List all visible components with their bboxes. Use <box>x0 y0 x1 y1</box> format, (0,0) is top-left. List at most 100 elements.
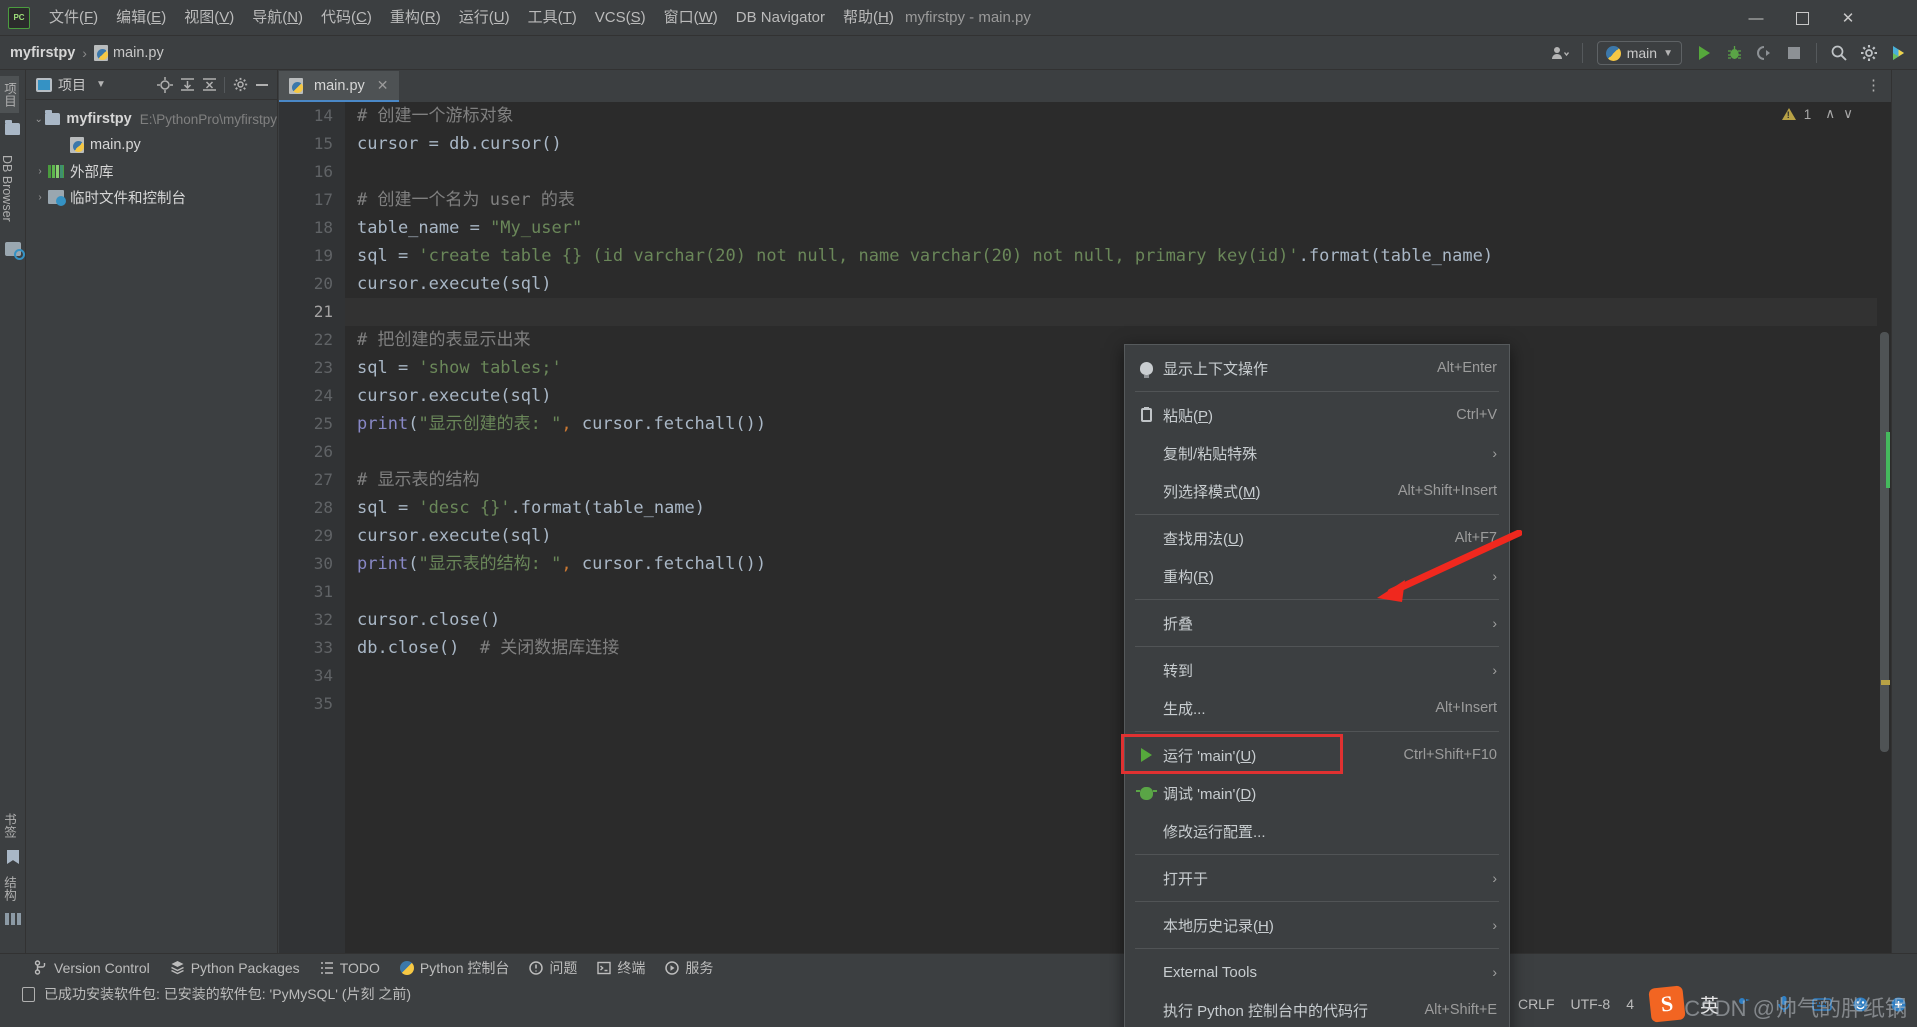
line-number[interactable]: 24 <box>279 382 345 410</box>
menu-item-go-to[interactable]: 转到 › <box>1125 651 1509 689</box>
maximize-button[interactable] <box>1779 0 1825 36</box>
menu-8[interactable]: VCS(S) <box>586 0 655 36</box>
menu-bar[interactable]: 文件(F) 编辑(E) 视图(V) 导航(N) 代码(C) 重构(R) 运行(U) 工具(T)… <box>40 0 903 36</box>
line-number[interactable]: 28 <box>279 494 345 522</box>
comma-tool-icon[interactable] <box>1735 993 1757 1015</box>
code-line[interactable]: # 显示表的结构 <box>345 466 1891 494</box>
code-line[interactable] <box>345 158 1891 186</box>
project-tree[interactable]: ⌄ myfirstpy E:\PythonPro\myfirstpy main.py ›… <box>26 100 277 210</box>
editor-options-icon[interactable]: ⋮ <box>1866 76 1881 94</box>
user-avatar-icon[interactable] <box>1546 39 1574 67</box>
menu-item-execute-line-in-console[interactable]: 执行 Python 控制台中的代码行 Alt+Shift+E <box>1125 991 1509 1027</box>
run-configuration-selector[interactable]: main ▼ <box>1596 41 1682 65</box>
line-number[interactable]: 32 <box>279 606 345 634</box>
tool-window-button-2[interactable]: TODO <box>320 960 380 976</box>
line-number[interactable]: 34 <box>279 662 345 690</box>
line-number[interactable]: 31 <box>279 578 345 606</box>
menu-item-column-selection-mode[interactable]: 列选择模式(M) Alt+Shift+Insert <box>1125 472 1509 510</box>
menu-1[interactable]: 编辑(E) <box>107 0 175 36</box>
event-log-icon[interactable] <box>22 986 35 1002</box>
code-line[interactable] <box>345 298 1891 326</box>
chevron-down-icon[interactable]: ▼ <box>96 79 106 90</box>
line-number[interactable]: 15 <box>279 130 345 158</box>
stop-button[interactable] <box>1780 39 1808 67</box>
menu-10[interactable]: DB Navigator <box>727 0 834 36</box>
hide-panel-icon[interactable] <box>251 74 273 96</box>
close-icon[interactable]: ✕ <box>377 77 389 94</box>
code-line[interactable]: cursor.execute(sql) <box>345 270 1891 298</box>
line-number[interactable]: 26 <box>279 438 345 466</box>
line-number[interactable]: 22 <box>279 326 345 354</box>
prev-problem-icon[interactable]: ∧ <box>1825 106 1835 122</box>
code-canvas[interactable]: 1 ∧ ∨ 1415161718192021222324252627282930… <box>279 102 1891 981</box>
keyboard-icon[interactable] <box>1811 993 1833 1015</box>
tree-node[interactable]: main.py <box>26 132 277 158</box>
code-line[interactable]: # 把创建的表显示出来 <box>345 326 1891 354</box>
breadcrumb-project[interactable]: myfirstpy <box>10 45 75 61</box>
indent-setting[interactable]: 4 <box>1626 996 1634 1012</box>
code-line[interactable]: sql = 'create table {} (id varchar(20) n… <box>345 242 1891 270</box>
code-line[interactable]: cursor.close() <box>345 606 1891 634</box>
menu-7[interactable]: 工具(T) <box>519 0 586 36</box>
code-line[interactable] <box>345 578 1891 606</box>
line-number[interactable]: 19 <box>279 242 345 270</box>
tool-window-button-4[interactable]: 问题 <box>529 958 577 978</box>
menu-item-open-in[interactable]: 打开于 › <box>1125 859 1509 897</box>
menu-item-local-history[interactable]: 本地历史记录(H) › <box>1125 906 1509 944</box>
sogou-ime-icon[interactable]: S <box>1648 985 1686 1023</box>
code-line[interactable] <box>345 438 1891 466</box>
code-line[interactable]: # 创建一个游标对象 <box>345 102 1891 130</box>
code-line[interactable]: # 创建一个名为 user 的表 <box>345 186 1891 214</box>
line-separator[interactable]: CRLF <box>1518 996 1555 1012</box>
menu-3[interactable]: 导航(N) <box>243 0 312 36</box>
breadcrumb-file[interactable]: main.py <box>93 44 164 61</box>
chevron-icon[interactable]: ⌄ <box>32 114 45 125</box>
menu-item-copy-paste-special[interactable]: 复制/粘贴特殊 › <box>1125 434 1509 472</box>
tool-window-button-6[interactable]: 服务 <box>665 958 713 978</box>
menu-item-show-context-actions[interactable]: 显示上下文操作 Alt+Enter <box>1125 349 1509 387</box>
tree-node[interactable]: › 外部库 <box>26 158 277 184</box>
toolbox-icon[interactable] <box>1887 993 1909 1015</box>
editor-vertical-scrollbar[interactable] <box>1877 102 1891 981</box>
menu-9[interactable]: 窗口(W) <box>655 0 727 36</box>
line-number[interactable]: 17 <box>279 186 345 214</box>
next-problem-icon[interactable]: ∨ <box>1843 106 1853 122</box>
menu-item-external-tools[interactable]: External Tools › <box>1125 953 1509 991</box>
code-line[interactable]: cursor = db.cursor() <box>345 130 1891 158</box>
status-message[interactable]: 已成功安装软件包: 已安装的软件包: 'PyMySQL' (片刻 之前) <box>44 984 411 1004</box>
ime-language-label[interactable]: 英 <box>1700 991 1719 1018</box>
run-button[interactable] <box>1690 39 1718 67</box>
close-button[interactable]: ✕ <box>1825 0 1871 36</box>
line-number[interactable]: 20 <box>279 270 345 298</box>
chevron-icon[interactable]: › <box>32 192 48 203</box>
code-line[interactable]: print("显示创建的表: ", cursor.fetchall()) <box>345 410 1891 438</box>
gear-icon[interactable] <box>229 74 251 96</box>
sidebar-item-structure[interactable]: 结构 <box>0 870 19 907</box>
line-number[interactable]: 25 <box>279 410 345 438</box>
line-number[interactable]: 21 <box>279 298 345 326</box>
inspection-widget[interactable]: 1 ∧ ∨ <box>1781 106 1853 122</box>
tree-node[interactable]: › 临时文件和控制台 <box>26 184 277 210</box>
menu-item-modify-run-config[interactable]: 修改运行配置... <box>1125 812 1509 850</box>
run-with-coverage-button[interactable] <box>1750 39 1778 67</box>
code-line[interactable]: sql = 'show tables;' <box>345 354 1891 382</box>
debug-button[interactable] <box>1720 39 1748 67</box>
menu-2[interactable]: 视图(V) <box>175 0 243 36</box>
code-line[interactable]: print("显示表的结构: ", cursor.fetchall()) <box>345 550 1891 578</box>
expand-all-icon[interactable] <box>176 74 198 96</box>
scrollbar-thumb[interactable] <box>1880 332 1889 752</box>
line-number[interactable]: 35 <box>279 690 345 718</box>
editor-tab-main-py[interactable]: main.py ✕ <box>279 71 399 102</box>
menu-item-debug-main[interactable]: 调试 'main'(D) <box>1125 774 1509 812</box>
file-encoding[interactable]: UTF-8 <box>1571 996 1611 1012</box>
code-line[interactable]: db.close() # 关闭数据库连接 <box>345 634 1891 662</box>
menu-item-run-main[interactable]: 运行 'main'(U) Ctrl+Shift+F10 <box>1121 734 1509 774</box>
menu-item-paste[interactable]: 粘贴(P) Ctrl+V <box>1125 396 1509 434</box>
sidebar-item-project[interactable]: 项目 <box>0 76 19 113</box>
line-number[interactable]: 29 <box>279 522 345 550</box>
sidebar-item-bookmarks[interactable]: 书签 <box>0 807 19 844</box>
tool-window-button-0[interactable]: Version Control <box>34 960 150 976</box>
emoji-icon[interactable] <box>1849 993 1871 1015</box>
tree-node[interactable]: ⌄ myfirstpy E:\PythonPro\myfirstpy <box>26 106 277 132</box>
menu-0[interactable]: 文件(F) <box>40 0 107 36</box>
